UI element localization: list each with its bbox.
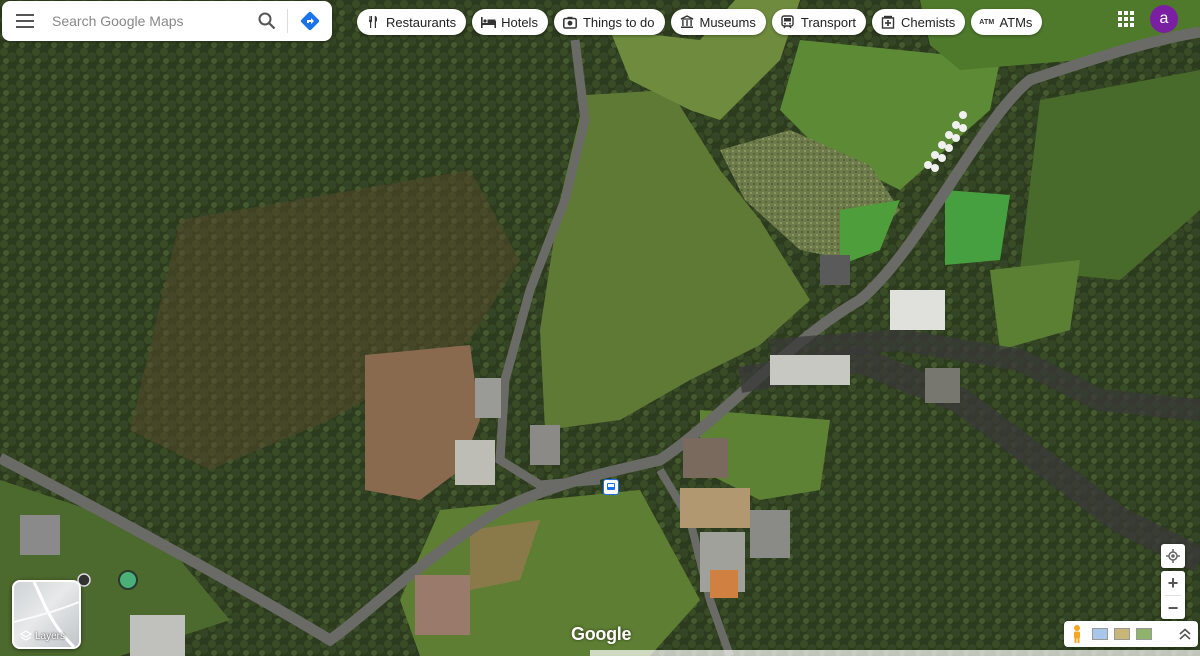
- directions-icon: [300, 11, 320, 31]
- google-logo: Google: [571, 624, 632, 644]
- chip-label: Hotels: [501, 14, 538, 30]
- bed-icon: [480, 14, 496, 30]
- layers-label: Layers: [35, 630, 66, 642]
- chip-label: ATMs: [999, 14, 1033, 30]
- zoom-out-button[interactable]: −: [1161, 596, 1185, 620]
- chip-label: Chemists: [901, 14, 956, 30]
- imagery-thumb-1[interactable]: [1092, 628, 1108, 640]
- search-button[interactable]: [247, 1, 287, 41]
- satellite-map[interactable]: [0, 0, 1200, 656]
- layers-icon: [20, 630, 32, 641]
- menu-icon: [16, 14, 34, 28]
- chip-restaurants[interactable]: Restaurants: [357, 9, 467, 35]
- pegman-icon[interactable]: [1068, 624, 1086, 644]
- chip-atms[interactable]: ATM ATMs: [971, 9, 1043, 35]
- museum-icon: [679, 14, 695, 30]
- menu-button[interactable]: [2, 1, 48, 41]
- zoom-controls: + −: [1161, 571, 1185, 619]
- chip-label: Transport: [800, 14, 857, 30]
- search-icon: [258, 12, 276, 30]
- atm-icon: ATM: [979, 18, 995, 26]
- chip-chemists[interactable]: Chemists: [872, 9, 966, 35]
- chip-things-to-do[interactable]: Things to do: [553, 9, 665, 35]
- train-icon: [780, 14, 796, 30]
- chip-hotels[interactable]: Hotels: [472, 9, 548, 35]
- imagery-thumb-3[interactable]: [1136, 628, 1152, 640]
- chip-transport[interactable]: Transport: [771, 9, 867, 35]
- apps-grid-icon[interactable]: [1116, 9, 1136, 29]
- my-location-button[interactable]: [1161, 544, 1185, 568]
- chip-museums[interactable]: Museums: [670, 9, 766, 35]
- attribution-bar: [590, 650, 1200, 656]
- avatar[interactable]: a: [1150, 5, 1178, 33]
- camera-icon: [562, 14, 578, 30]
- imagery-tray: [1064, 621, 1198, 647]
- chip-label: Museums: [699, 14, 756, 30]
- fork-knife-icon: [365, 14, 381, 30]
- bus-stop-icon[interactable]: [603, 479, 619, 495]
- imagery-thumb-2[interactable]: [1114, 628, 1130, 640]
- category-chips: Restaurants Hotels Things to do Museums …: [357, 9, 1043, 35]
- zoom-in-button[interactable]: +: [1161, 571, 1185, 595]
- search-box: [2, 1, 332, 41]
- chevron-up-icon[interactable]: [1176, 625, 1194, 643]
- search-input[interactable]: [48, 2, 247, 40]
- chip-label: Restaurants: [386, 14, 457, 30]
- location-crosshair-icon: [1166, 549, 1180, 563]
- directions-button[interactable]: [288, 1, 332, 41]
- layers-button[interactable]: Layers: [12, 580, 81, 649]
- chip-label: Things to do: [582, 14, 655, 30]
- pharmacy-icon: [880, 14, 896, 30]
